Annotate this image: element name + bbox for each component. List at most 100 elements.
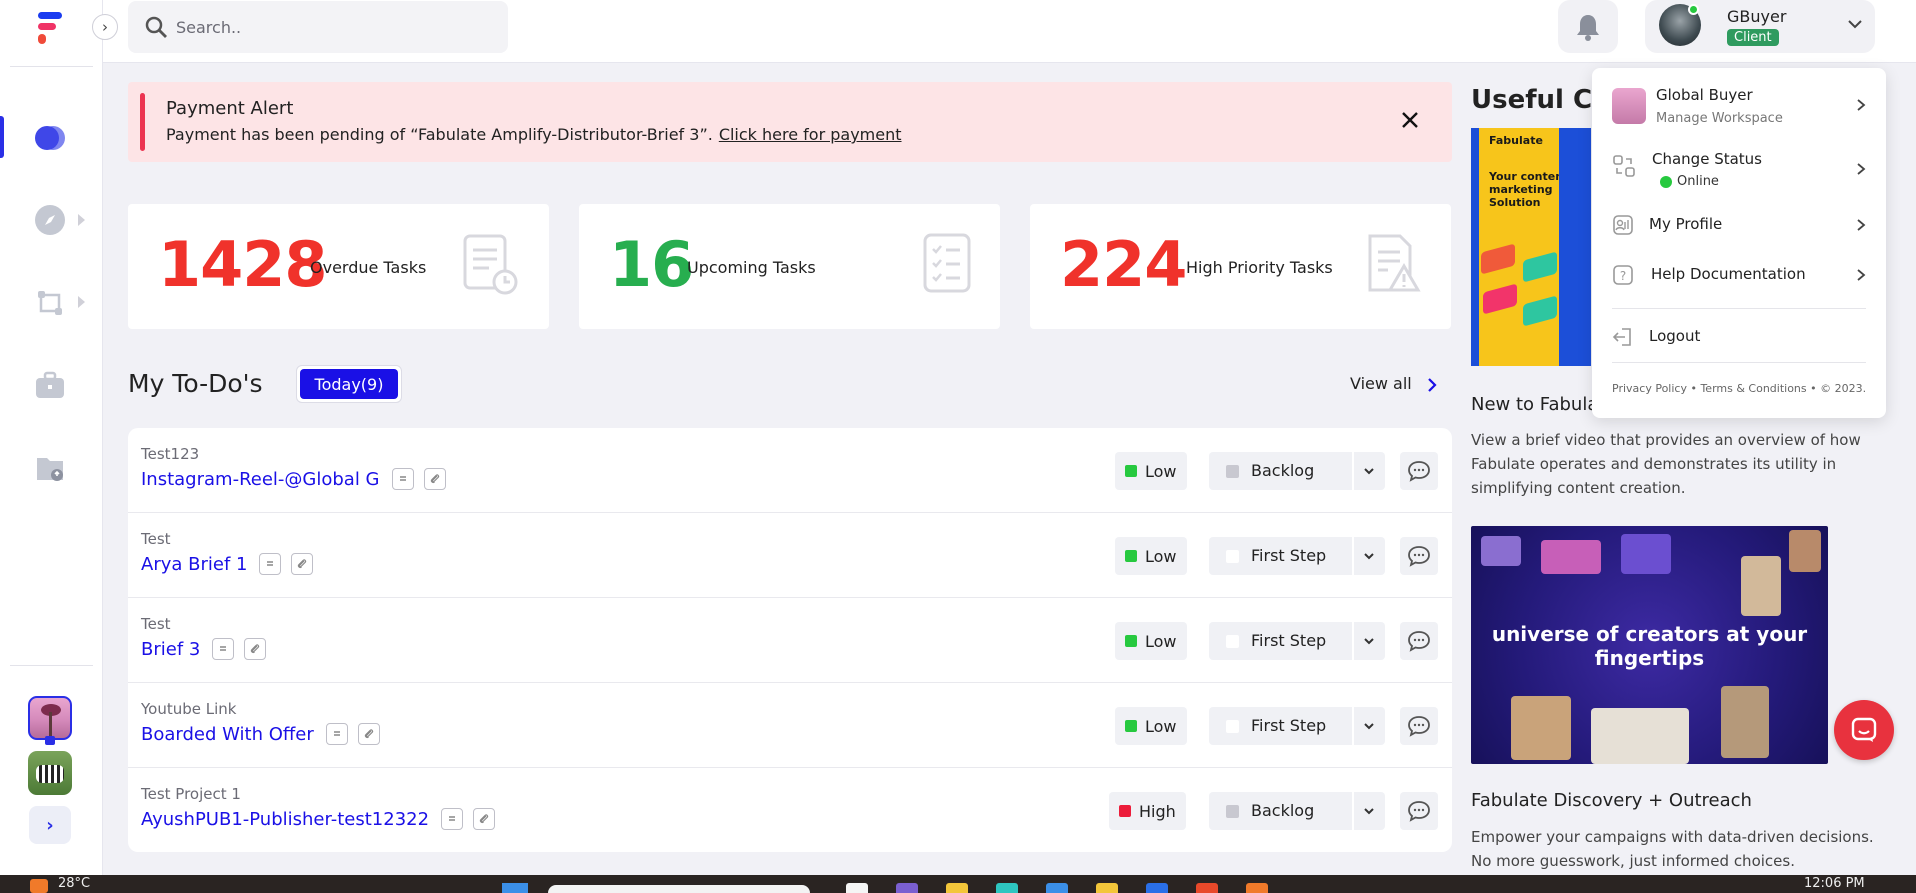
taskbar-app-icon[interactable] [1146, 883, 1168, 893]
nav-item-dashboard[interactable] [28, 116, 72, 160]
workspace-avatar-global-buyer[interactable] [28, 696, 72, 740]
brief-doc-icon[interactable] [391, 468, 414, 490]
nav-item-briefcase[interactable] [28, 363, 72, 407]
comment-icon [1408, 546, 1430, 567]
sidebar-expand-button[interactable]: › [29, 806, 71, 844]
priority-label: Low [1145, 631, 1177, 651]
todo-row[interactable]: Test Arya Brief 1 Low First Step [128, 513, 1452, 598]
search-box[interactable] [128, 1, 508, 53]
brief-doc-icon[interactable] [259, 553, 282, 575]
task-link[interactable]: Brief 3 [141, 639, 200, 660]
status-color-square [1226, 465, 1239, 478]
task-link[interactable]: Arya Brief 1 [141, 554, 247, 575]
comment-button[interactable] [1400, 622, 1438, 660]
todo-row[interactable]: Youtube Link Boarded With Offer Low Firs… [128, 683, 1452, 768]
menu-item-logout[interactable]: Logout [1592, 314, 1886, 360]
attachment-icon[interactable] [473, 808, 496, 830]
task-link[interactable]: Boarded With Offer [141, 724, 314, 745]
bell-icon [1577, 14, 1599, 41]
attachment-icon[interactable] [423, 468, 446, 490]
search-input[interactable] [176, 17, 476, 37]
taskbar-app-icon[interactable] [1046, 883, 1068, 893]
notifications-button[interactable] [1558, 0, 1618, 53]
promo-video-creators[interactable]: universe of creators at your fingertips [1471, 526, 1828, 764]
payment-link[interactable]: Click here for payment [719, 125, 902, 144]
priority-color-square [1125, 635, 1137, 647]
taskbar-weather[interactable]: 28°C [58, 876, 90, 891]
nav-expand-caret[interactable] [78, 214, 85, 226]
priority-warning-icon [1368, 234, 1421, 292]
alert-message: Payment has been pending of “Fabulate Am… [166, 125, 902, 144]
taskbar-clock[interactable]: 12:06 PM [1804, 876, 1865, 891]
todo-row[interactable]: Test Project 1 AyushPUB1-Publisher-test1… [128, 768, 1452, 853]
taskbar-search[interactable] [548, 885, 810, 893]
nav-item-workflow[interactable] [28, 281, 72, 325]
alert-message-text: Payment has been pending of “Fabulate Am… [166, 125, 713, 144]
brief-doc-icon[interactable] [441, 808, 464, 830]
nav-item-files[interactable] [28, 446, 72, 490]
status-label: First Step [1251, 716, 1327, 735]
taskbar-app-icon[interactable] [1196, 883, 1218, 893]
nav-item-explore[interactable] [28, 198, 72, 242]
user-dropdown-menu: Global Buyer Manage Workspace Change Sta… [1592, 68, 1886, 418]
menu-item-workspace[interactable]: Global Buyer Manage Workspace [1592, 68, 1886, 134]
taskbar-app-icon[interactable] [896, 883, 918, 893]
fabulate-logo[interactable] [34, 12, 64, 46]
stat-card-upcoming[interactable]: 16 Upcoming Tasks [579, 204, 1000, 329]
taskbar-app-icon[interactable] [1096, 883, 1118, 893]
status-select[interactable]: First Step [1209, 622, 1385, 660]
taskbar-app-icon[interactable] [1246, 883, 1268, 893]
nav-expand-caret[interactable] [78, 296, 85, 308]
status-select[interactable]: First Step [1209, 707, 1385, 745]
taskbar-app-icon[interactable] [846, 883, 868, 893]
task-link[interactable]: Instagram-Reel-@Global G [141, 469, 380, 490]
task-link[interactable]: AyushPUB1-Publisher-test12322 [141, 809, 429, 830]
status-select[interactable]: Backlog [1209, 452, 1385, 490]
brief-doc-icon[interactable] [325, 723, 348, 745]
comment-button[interactable] [1400, 537, 1438, 575]
priority-badge: Low [1115, 707, 1187, 745]
todo-row[interactable]: Test123 Instagram-Reel-@Global G Low Bac… [128, 428, 1452, 513]
menu-item-help-documentation[interactable]: ? Help Documentation [1592, 250, 1886, 300]
status-label: Backlog [1251, 801, 1315, 820]
change-status-label: Change Status [1652, 150, 1762, 168]
comment-button[interactable] [1400, 452, 1438, 490]
view-all-link[interactable]: View all [1350, 374, 1412, 393]
windows-start-icon[interactable] [502, 883, 528, 893]
menu-item-my-profile[interactable]: My Profile [1592, 200, 1886, 250]
menu-item-change-status[interactable]: Change Status Online [1592, 134, 1886, 200]
priority-color-square [1119, 805, 1131, 817]
alert-close-button[interactable] [1401, 110, 1419, 135]
menu-footer-legal[interactable]: Privacy Policy • Terms & Conditions • © … [1612, 382, 1866, 395]
promo-image-content-marketing[interactable]: Fabulate Your content marketing Solution [1471, 128, 1591, 366]
sidebar-divider [10, 665, 93, 666]
sidebar-toggle-button[interactable]: › [92, 14, 118, 40]
comment-button[interactable] [1400, 707, 1438, 745]
attachment-icon[interactable] [291, 553, 314, 575]
sidebar-divider [10, 66, 93, 67]
stat-card-high-priority[interactable]: 224 High Priority Tasks [1030, 204, 1451, 329]
user-menu-button[interactable]: GBuyer Client [1645, 0, 1875, 53]
stat-card-overdue[interactable]: 1428 Overdue Tasks [128, 204, 549, 329]
todos-title: My To-Do's [128, 369, 263, 398]
promo-brand: Fabulate [1489, 134, 1543, 147]
support-chat-button[interactable] [1834, 700, 1894, 760]
chevron-right-icon[interactable] [1424, 376, 1440, 394]
attachment-icon[interactable] [357, 723, 380, 745]
online-status-dot [1688, 4, 1699, 15]
workspace-avatar-zebra[interactable] [28, 751, 72, 795]
priority-badge: Low [1115, 452, 1187, 490]
attachment-icon[interactable] [244, 638, 267, 660]
status-select[interactable]: First Step [1209, 537, 1385, 575]
today-filter-button[interactable]: Today(9) [296, 365, 402, 403]
promo-headline: universe of creators at your fingertips [1491, 622, 1808, 670]
stat-label: High Priority Tasks [1186, 258, 1333, 277]
todo-row[interactable]: Test Brief 3 Low First Step [128, 598, 1452, 683]
taskbar-app-icon[interactable] [946, 883, 968, 893]
status-select[interactable]: Backlog [1209, 792, 1385, 830]
taskbar-app-icon[interactable] [996, 883, 1018, 893]
stat-value: 1428 [158, 228, 328, 301]
brief-doc-icon[interactable] [212, 638, 235, 660]
comment-button[interactable] [1400, 792, 1438, 830]
sidebar: › [0, 0, 103, 875]
